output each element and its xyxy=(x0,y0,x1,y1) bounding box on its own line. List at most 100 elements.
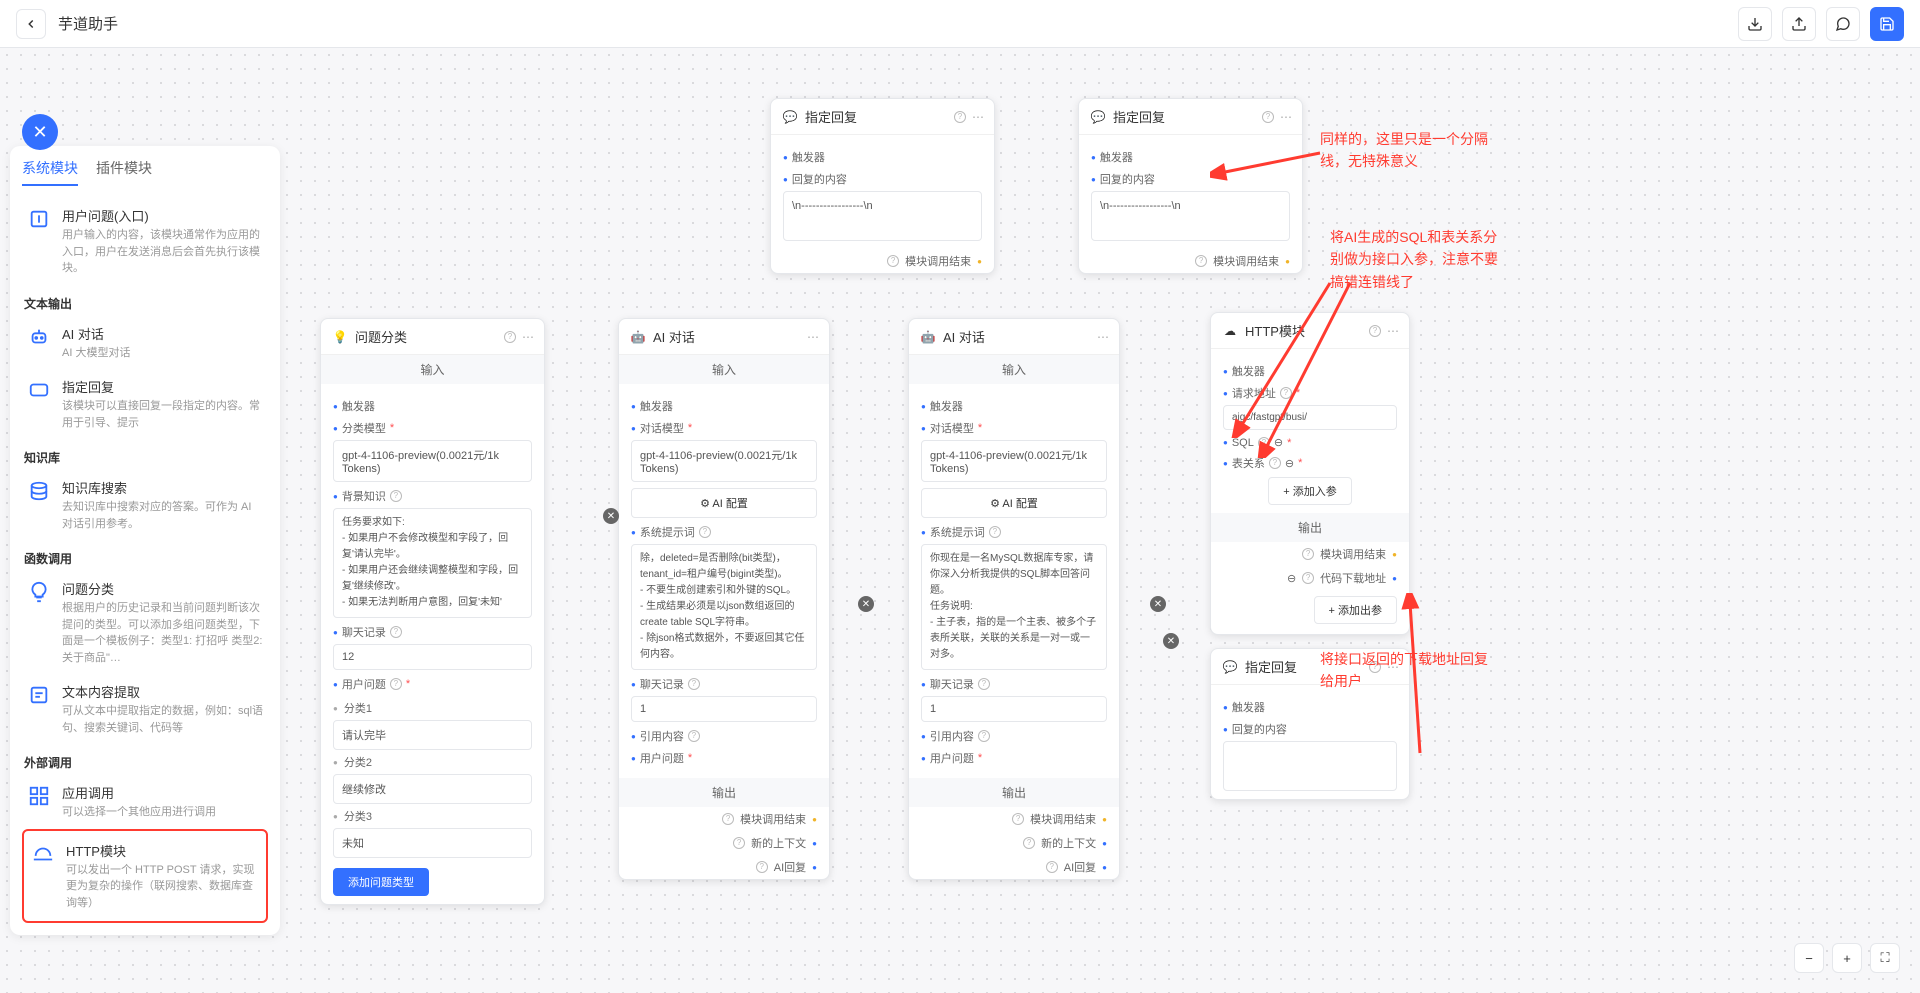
help-icon[interactable]: ? xyxy=(390,490,402,502)
database-icon xyxy=(26,478,52,504)
help-icon[interactable]: ? xyxy=(954,111,966,123)
sidebar-item-extract[interactable]: 文本内容提取可从文本中提取指定的数据，例如：sql语句、搜索关键词、代码等 xyxy=(22,674,268,744)
node-reply-1[interactable]: 💬指定回复?⋯ 触发器 回复的内容 \n-----------------\n … xyxy=(770,98,995,274)
delete-edge-icon[interactable]: ✕ xyxy=(1150,596,1166,612)
help-icon[interactable]: ? xyxy=(390,678,402,690)
app-icon xyxy=(26,783,52,809)
help-icon[interactable]: ? xyxy=(699,526,711,538)
help-icon[interactable]: ? xyxy=(756,861,768,873)
url-input[interactable]: aigc/fastgpt/busi/ xyxy=(1223,405,1397,430)
help-icon[interactable]: ? xyxy=(390,626,402,638)
ai-config-button[interactable]: ⚙ AI 配置 xyxy=(631,488,817,518)
help-icon[interactable]: ? xyxy=(1046,861,1058,873)
bulb-icon xyxy=(26,579,52,605)
add-category-button[interactable]: 添加问题类型 xyxy=(333,868,429,896)
more-icon[interactable]: ⋯ xyxy=(1280,110,1292,124)
node-http[interactable]: ☁HTTP模块?⋯ 触发器 请求地址? aigc/fastgpt/busi/ S… xyxy=(1210,312,1410,635)
sidebar-item-kb-search[interactable]: 知识库搜索去知识库中搜索对应的答案。可作为 AI 对话引用参考。 xyxy=(22,470,268,540)
group-ext: 外部调用 xyxy=(24,754,268,771)
prompt-textarea[interactable]: 你现在是一名MySQL数据库专家，请你深入分析我提供的SQL脚本回答问题。 任务… xyxy=(921,544,1107,670)
help-icon[interactable]: ? xyxy=(978,730,990,742)
help-icon[interactable]: ? xyxy=(1269,457,1281,469)
more-icon[interactable]: ⋯ xyxy=(1097,330,1109,344)
sidebar-item-entry[interactable]: 用户问题(入口)用户输入的内容，该模块通常作为应用的入口，用户在发送消息后会首先… xyxy=(22,198,268,285)
annotation-1: 同样的，这里只是一个分隔线，无特殊意义 xyxy=(1320,128,1510,173)
export-button[interactable] xyxy=(1782,7,1816,41)
cat2-input[interactable]: 继续修改 xyxy=(333,774,532,804)
sidebar-item-app-call[interactable]: 应用调用可以选择一个其他应用进行调用 xyxy=(22,775,268,829)
content-textarea[interactable]: \n-----------------\n xyxy=(783,191,982,241)
delete-edge-icon[interactable]: ✕ xyxy=(858,596,874,612)
help-icon[interactable]: ? xyxy=(1195,255,1207,267)
help-icon[interactable]: ? xyxy=(504,331,516,343)
group-fn: 函数调用 xyxy=(24,550,268,567)
add-input-button[interactable]: + 添加入参 xyxy=(1268,477,1351,505)
node-ai-1[interactable]: 🤖AI 对话⋯ 输入 触发器 对话模型 gpt-4-1106-preview(0… xyxy=(618,318,830,880)
help-icon[interactable]: ? xyxy=(1302,548,1314,560)
content-textarea[interactable]: \n-----------------\n xyxy=(1091,191,1290,241)
http-icon xyxy=(30,841,56,867)
model-select[interactable]: gpt-4-1106-preview(0.0021元/1k Tokens) xyxy=(631,440,817,482)
more-icon[interactable]: ⋯ xyxy=(807,330,819,344)
more-icon[interactable]: ⋯ xyxy=(972,110,984,124)
import-button[interactable] xyxy=(1738,7,1772,41)
help-icon[interactable]: ? xyxy=(688,678,700,690)
zoom-out-button[interactable]: − xyxy=(1794,943,1824,973)
sidebar-item-reply[interactable]: 指定回复该模块可以直接回复一段指定的内容。常用于引导、提示 xyxy=(22,369,268,439)
help-icon[interactable]: ? xyxy=(989,526,1001,538)
http-icon: ☁ xyxy=(1221,322,1239,340)
chat-button[interactable] xyxy=(1826,7,1860,41)
more-icon[interactable]: ⋯ xyxy=(522,330,534,344)
help-icon[interactable]: ? xyxy=(688,730,700,742)
sidebar-item-ai-chat[interactable]: AI 对话AI 大模型对话 xyxy=(22,316,268,370)
help-icon[interactable]: ? xyxy=(1012,813,1024,825)
history-input[interactable]: 12 xyxy=(333,644,532,670)
help-icon[interactable]: ? xyxy=(1280,387,1292,399)
help-icon[interactable]: ? xyxy=(1302,572,1314,584)
node-classify[interactable]: 💡问题分类?⋯ 输入 触发器 分类模型 gpt-4-1106-preview(0… xyxy=(320,318,545,905)
extract-icon xyxy=(26,682,52,708)
tab-plugin[interactable]: 插件模块 xyxy=(96,158,152,186)
sidebar-item-http[interactable]: HTTP模块可以发出一个 HTTP POST 请求，实现更为复杂的操作（联网搜索… xyxy=(22,829,268,924)
more-icon[interactable]: ⋯ xyxy=(1387,324,1399,338)
history-input[interactable]: 1 xyxy=(631,696,817,722)
fit-view-button[interactable]: ⛶ xyxy=(1870,943,1900,973)
help-icon[interactable]: ? xyxy=(1369,325,1381,337)
help-icon[interactable]: ? xyxy=(978,678,990,690)
back-button[interactable] xyxy=(16,9,46,39)
save-button[interactable] xyxy=(1870,7,1904,41)
reply-icon: 💬 xyxy=(1089,108,1107,126)
model-select[interactable]: gpt-4-1106-preview(0.0021元/1k Tokens) xyxy=(921,440,1107,482)
cat3-input[interactable]: 未知 xyxy=(333,828,532,858)
bg-textarea[interactable]: 任务要求如下: - 如果用户不会修改模型和字段了，回复'请认完毕'。 - 如果用… xyxy=(333,508,532,618)
model-select[interactable]: gpt-4-1106-preview(0.0021元/1k Tokens) xyxy=(333,440,532,482)
reply-icon: 💬 xyxy=(1221,658,1239,676)
prompt-textarea[interactable]: 除，deleted=是否删除(bit类型)，tenant_id=租户编号(big… xyxy=(631,544,817,670)
cat1-input[interactable]: 请认完毕 xyxy=(333,720,532,750)
history-input[interactable]: 1 xyxy=(921,696,1107,722)
content-textarea[interactable] xyxy=(1223,741,1397,791)
sidebar-item-classify[interactable]: 问题分类根据用户的历史记录和当前问题判断该次提问的类型。可以添加多组问题类型，下… xyxy=(22,571,268,674)
group-text-output: 文本输出 xyxy=(24,295,268,312)
bulb-icon: 💡 xyxy=(331,328,349,346)
label: 用户问题(入口) xyxy=(62,206,264,225)
robot-icon xyxy=(26,324,52,350)
help-icon[interactable]: ? xyxy=(1262,111,1274,123)
ai-config-button[interactable]: ⚙ AI 配置 xyxy=(921,488,1107,518)
help-icon[interactable]: ? xyxy=(887,255,899,267)
add-output-button[interactable]: + 添加出参 xyxy=(1314,596,1397,624)
zoom-in-button[interactable]: + xyxy=(1832,943,1862,973)
node-reply-2[interactable]: 💬指定回复?⋯ 触发器 回复的内容 \n-----------------\n … xyxy=(1078,98,1303,274)
help-icon[interactable]: ? xyxy=(1258,437,1270,449)
help-icon[interactable]: ? xyxy=(722,813,734,825)
delete-edge-icon[interactable]: ✕ xyxy=(603,508,619,524)
help-icon[interactable]: ? xyxy=(733,837,745,849)
reply-icon: 💬 xyxy=(781,108,799,126)
close-panel-button[interactable]: ✕ xyxy=(22,114,58,150)
tab-system[interactable]: 系统模块 xyxy=(22,158,78,186)
delete-edge-icon[interactable]: ✕ xyxy=(1163,633,1179,649)
help-icon[interactable]: ? xyxy=(1023,837,1035,849)
node-ai-2[interactable]: 🤖AI 对话⋯ 输入 触发器 对话模型 gpt-4-1106-preview(0… xyxy=(908,318,1120,880)
robot-icon: 🤖 xyxy=(629,328,647,346)
canvas[interactable]: ✕ 系统模块 插件模块 用户问题(入口)用户输入的内容，该模块通常作为应用的入口… xyxy=(0,48,1920,993)
